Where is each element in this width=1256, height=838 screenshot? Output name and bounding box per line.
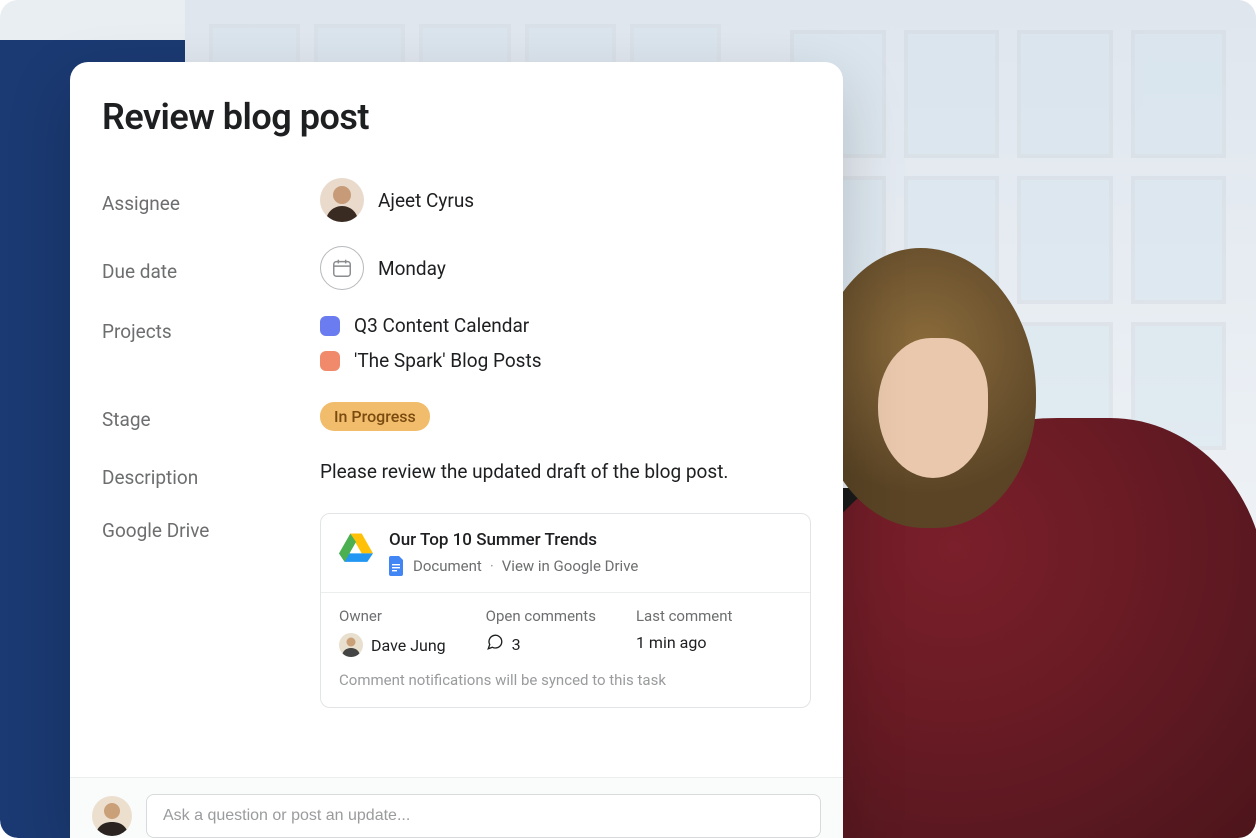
drive-owner-name: Dave Jung [371, 636, 446, 655]
comment-bar [70, 777, 843, 838]
drive-owner-avatar [339, 633, 363, 657]
due-date-value: Monday [378, 257, 446, 280]
project-color-dot [320, 351, 340, 371]
project-name: Q3 Content Calendar [354, 314, 529, 337]
drive-last-value: 1 min ago [636, 633, 732, 652]
projects-label: Projects [102, 314, 320, 343]
drive-comments-label: Open comments [486, 607, 596, 625]
drive-attachment-card[interactable]: Our Top 10 Summer Trends Document · View… [320, 513, 811, 708]
task-detail-card: Review blog post Assignee Ajeet Cyrus Du… [70, 62, 843, 838]
current-user-avatar [92, 796, 132, 836]
stage-row[interactable]: Stage In Progress [102, 384, 811, 448]
drive-row: Google Drive Our Top 10 Summer Trends [102, 501, 811, 720]
drive-file-title: Our Top 10 Summer Trends [389, 530, 638, 550]
project-chip[interactable]: 'The Spark' Blog Posts [320, 349, 811, 372]
google-drive-icon [339, 532, 373, 562]
calendar-icon [320, 246, 364, 290]
drive-label: Google Drive [102, 513, 320, 542]
due-date-row[interactable]: Due date Monday [102, 234, 811, 302]
assignee-row[interactable]: Assignee Ajeet Cyrus [102, 166, 811, 234]
google-doc-icon [389, 556, 405, 576]
description-text: Please review the updated draft of the b… [320, 460, 811, 483]
comment-icon [486, 633, 504, 655]
drive-comments-count: 3 [512, 635, 521, 654]
projects-row: Projects Q3 Content Calendar 'The Spark' … [102, 302, 811, 384]
assignee-label: Assignee [102, 186, 320, 215]
task-title: Review blog post [102, 96, 811, 138]
due-date-label: Due date [102, 254, 320, 283]
description-row: Description Please review the updated dr… [102, 448, 811, 501]
comment-input[interactable] [146, 794, 821, 838]
drive-owner-label: Owner [339, 607, 446, 625]
drive-last-label: Last comment [636, 607, 732, 625]
project-color-dot [320, 316, 340, 336]
assignee-name: Ajeet Cyrus [378, 189, 474, 212]
stage-label: Stage [102, 402, 320, 431]
project-chip[interactable]: Q3 Content Calendar [320, 314, 811, 337]
drive-file-type: Document [413, 557, 482, 575]
description-label: Description [102, 460, 320, 489]
stage-badge: In Progress [320, 402, 430, 431]
project-name: 'The Spark' Blog Posts [354, 349, 542, 372]
drive-sync-note: Comment notifications will be synced to … [321, 661, 810, 707]
drive-view-link[interactable]: View in Google Drive [502, 557, 639, 575]
assignee-avatar [320, 178, 364, 222]
